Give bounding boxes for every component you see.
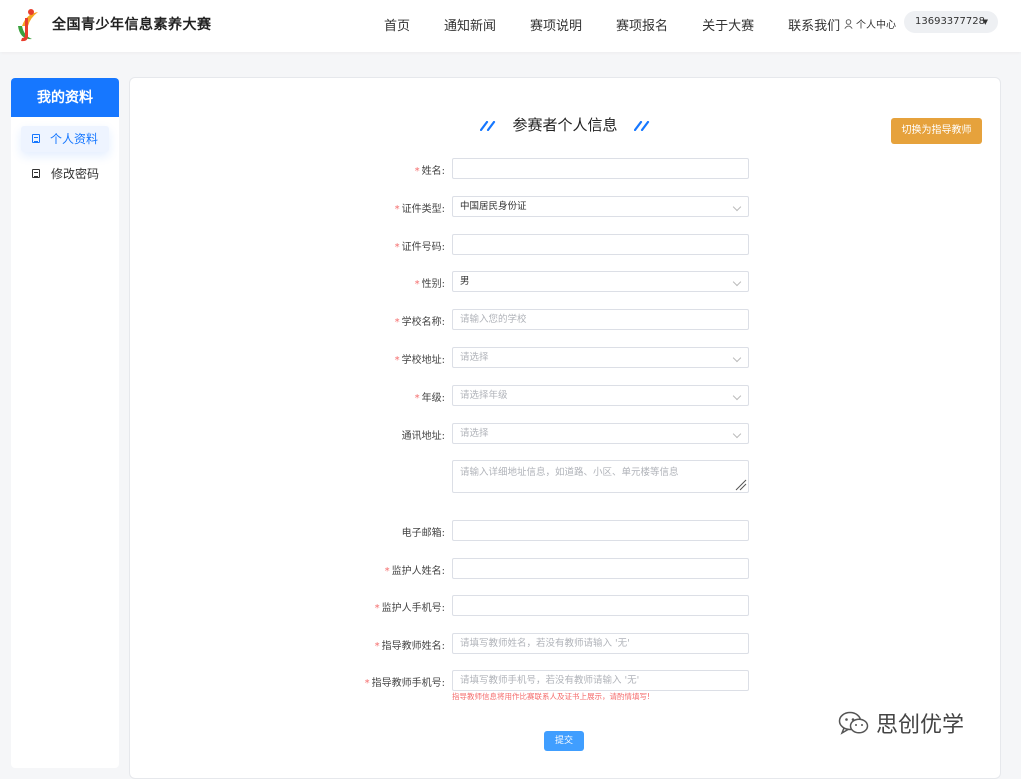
resize-grip-icon[interactable] [733, 477, 747, 491]
form-title-text: 参赛者个人信息 [512, 116, 618, 134]
form-row-id-number: * 证件号码: [130, 234, 1000, 256]
form-row-teacher-name: * 指导教师姓名: [130, 633, 1000, 655]
user-icon [844, 18, 853, 29]
teacher-phone-input[interactable] [452, 670, 749, 691]
sidebar: 我的资料 个人资料 修改密码 [11, 78, 119, 768]
form-row-email: 电子邮箱: [130, 520, 1000, 542]
form-row-id-type: * 证件类型: 中国居民身份证 [130, 196, 1000, 218]
field-label: * 证件号码: [394, 242, 445, 253]
form-row-guardian-phone: * 监护人手机号: [130, 595, 1000, 617]
grade-select[interactable]: 请选择年级 [452, 385, 749, 406]
chevron-down-icon [732, 202, 742, 212]
brand-name[interactable]: 全国青少年信息素养大赛 [52, 14, 212, 34]
select-value: 男 [460, 276, 470, 287]
form-row-teacher-phone: * 指导教师手机号: [130, 670, 1000, 692]
slash-decoration-icon [480, 120, 496, 131]
account-dropdown[interactable]: 13693377728 ▼ [904, 11, 998, 33]
top-header: 全国青少年信息素养大赛 首页 通知新闻 赛项说明 赛项报名 关于大赛 联系我们 … [0, 0, 1021, 52]
gender-select[interactable]: 男 [452, 271, 749, 292]
main-nav: 首页 通知新闻 赛项说明 赛项报名 关于大赛 联系我们 [368, 15, 840, 34]
chevron-down-icon [732, 391, 742, 401]
wechat-icon [838, 711, 869, 735]
watermark: 思创优学 [838, 707, 964, 739]
field-label: * 性别: [414, 279, 445, 290]
submit-button[interactable]: 提交 [544, 731, 584, 751]
sidebar-item-change-password[interactable]: 修改密码 [11, 161, 119, 187]
nav-home[interactable]: 首页 [384, 15, 410, 34]
mailing-address-select[interactable]: 请选择 [452, 423, 749, 444]
sidebar-item-profile[interactable]: 个人资料 [21, 126, 109, 152]
sidebar-title: 我的资料 [11, 78, 119, 117]
sidebar-item-label: 修改密码 [51, 167, 100, 181]
chevron-down-icon [732, 353, 742, 363]
select-placeholder: 请选择 [460, 428, 489, 439]
form-row-name: * 姓名: [130, 158, 1000, 180]
form-row-detail-address: 请输入详细地址信息，如道路、小区、单元楼等信息 [130, 460, 1000, 494]
sidebar-item-label: 个人资料 [50, 132, 99, 146]
nav-events[interactable]: 赛项说明 [530, 15, 582, 34]
field-label: * 年级: [414, 393, 445, 404]
form-row-mailing-address: 通讯地址: 请选择 [130, 423, 1000, 445]
teacher-info-hint: 指导教师信息将用作比赛联系人及证书上展示，请酌情填写! [452, 692, 651, 701]
switch-to-teacher-button[interactable]: 切换为指导教师 [891, 118, 982, 144]
profile-card: 参赛者个人信息 切换为指导教师 * 姓名: * 证件类型: 中国居民身份证 * 证件号… [129, 77, 1001, 779]
form-row-school-address: * 学校地址: 请选择 [130, 347, 1000, 369]
field-label: * 姓名: [414, 166, 445, 177]
nav-contact[interactable]: 联系我们 [788, 15, 840, 34]
form-row-grade: * 年级: 请选择年级 [130, 385, 1000, 407]
guardian-name-input[interactable] [452, 558, 749, 579]
document-icon [32, 169, 40, 178]
guardian-phone-input[interactable] [452, 595, 749, 616]
slash-decoration-icon [633, 120, 649, 131]
field-label: * 学校地址: [394, 355, 445, 366]
textarea-placeholder: 请输入详细地址信息，如道路、小区、单元楼等信息 [460, 467, 679, 478]
account-number: 13693377728 [915, 16, 985, 27]
field-label: * 监护人姓名: [384, 566, 445, 577]
caret-down-icon: ▼ [982, 18, 988, 26]
id-number-input[interactable] [452, 234, 749, 255]
field-label: * 监护人手机号: [374, 603, 445, 614]
chevron-down-icon [732, 429, 742, 439]
field-label: 电子邮箱: [401, 528, 445, 539]
form-title: 参赛者个人信息 [130, 114, 1000, 135]
nav-signup[interactable]: 赛项报名 [616, 15, 668, 34]
field-label: * 证件类型: [394, 204, 445, 215]
watermark-text: 思创优学 [876, 713, 965, 738]
field-label: * 指导教师姓名: [374, 641, 445, 652]
field-label: * 指导教师手机号: [364, 678, 445, 689]
school-address-select[interactable]: 请选择 [452, 347, 749, 368]
nav-about[interactable]: 关于大赛 [702, 15, 754, 34]
user-center-link[interactable]: 个人中心 [844, 16, 896, 31]
select-placeholder: 请选择 [460, 352, 489, 363]
teacher-name-input[interactable] [452, 633, 749, 654]
form-row-school-name: * 学校名称: [130, 309, 1000, 331]
chevron-down-icon [732, 277, 742, 287]
document-icon [32, 134, 40, 143]
user-center-label: 个人中心 [856, 20, 896, 31]
school-name-input[interactable] [452, 309, 749, 330]
select-value: 中国居民身份证 [460, 201, 527, 212]
field-label: 通讯地址: [401, 431, 445, 442]
detail-address-textarea[interactable]: 请输入详细地址信息，如道路、小区、单元楼等信息 [452, 460, 749, 493]
name-input[interactable] [452, 158, 749, 179]
email-input[interactable] [452, 520, 749, 541]
id-type-select[interactable]: 中国居民身份证 [452, 196, 749, 217]
form-row-gender: * 性别: 男 [130, 271, 1000, 293]
select-placeholder: 请选择年级 [460, 390, 508, 401]
nav-news[interactable]: 通知新闻 [444, 15, 496, 34]
field-label: * 学校名称: [394, 317, 445, 328]
form-row-guardian-name: * 监护人姓名: [130, 558, 1000, 580]
contest-logo[interactable] [10, 6, 48, 44]
